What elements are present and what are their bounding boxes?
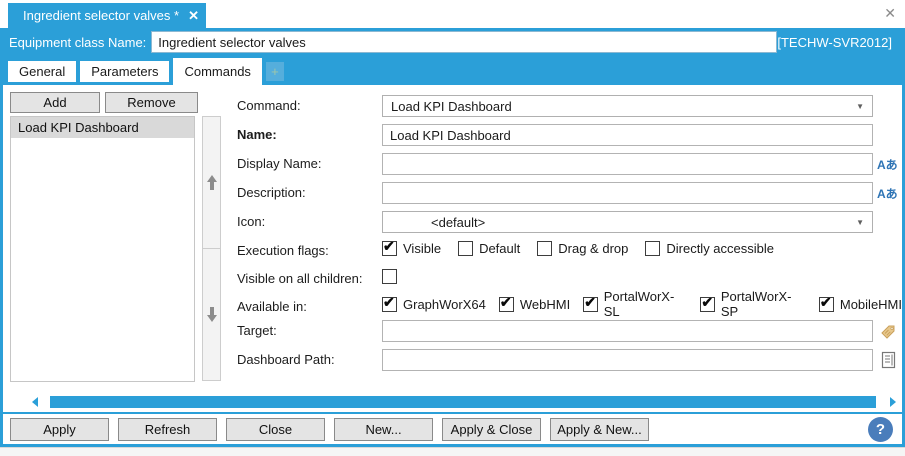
apply-button[interactable]: Apply [10, 417, 109, 441]
scroll-right-icon[interactable] [890, 397, 896, 407]
name-input[interactable] [382, 124, 873, 146]
scrollbar-thumb[interactable] [50, 396, 876, 408]
commands-panel: Add Remove Load KPI Dashboard Command: L… [3, 85, 902, 390]
equipment-class-name-input[interactable] [151, 31, 778, 53]
checkbox-label: GraphWorX64 [403, 296, 486, 312]
available-in-group: GraphWorX64 WebHMI PortalWorX-SL PortalW… [382, 289, 902, 319]
dashboard-browse-icon[interactable] [878, 349, 898, 371]
dashboard-path-input[interactable] [382, 349, 873, 371]
tab-general[interactable]: General [8, 61, 77, 82]
document-tab-bar: Ingredient selector valves * ✕ ✕ [0, 0, 905, 28]
execution-flags-label: Execution flags: [237, 243, 329, 258]
equipment-class-name-label: Equipment class Name: [9, 34, 147, 50]
checkbox-default[interactable]: Default [458, 240, 521, 256]
target-label: Target: [237, 323, 277, 338]
document-tab-close-icon[interactable]: ✕ [188, 8, 199, 24]
checkbox-label: Default [479, 240, 521, 256]
checkbox-portalworx-sp[interactable]: PortalWorX-SP [700, 289, 806, 319]
checkbox-icon [382, 238, 397, 256]
execution-flags-group: Visible Default Drag & drop Directly acc… [382, 238, 774, 258]
up-arrow-icon [206, 175, 217, 190]
checkbox-icon [498, 294, 514, 312]
remove-command-button[interactable]: Remove [105, 92, 198, 113]
checkbox-graphworx64[interactable]: GraphWorX64 [382, 294, 486, 312]
dashboard-path-label: Dashboard Path: [237, 352, 335, 367]
localize-icon[interactable]: Aあ [877, 156, 901, 173]
checkbox-label: Visible [403, 240, 442, 256]
checkbox-directly-accessible[interactable]: Directly accessible [645, 240, 775, 256]
tab-parameters[interactable]: Parameters [80, 61, 170, 82]
reorder-controls [202, 116, 221, 382]
list-item[interactable]: Load KPI Dashboard [11, 117, 194, 138]
localize-icon[interactable]: Aあ [877, 185, 901, 202]
add-command-button[interactable]: Add [10, 92, 100, 113]
checkbox-mobilehmi[interactable]: MobileHMI [818, 294, 902, 312]
down-arrow-icon [206, 307, 217, 322]
icon-label: Icon: [237, 214, 266, 229]
tag-icon [880, 325, 894, 339]
apply-and-close-button[interactable]: Apply & Close [442, 417, 541, 441]
footer-toolbar: Apply Refresh Close New... Apply & Close… [3, 412, 902, 444]
chevron-down-icon: ▼ [856, 101, 864, 111]
tab-commands[interactable]: Commands [173, 58, 262, 85]
checkbox-icon [583, 294, 598, 312]
checkbox-label: Directly accessible [666, 240, 775, 256]
checkbox-visible[interactable]: Visible [382, 238, 442, 256]
window-bottom-margin [0, 447, 905, 456]
checkbox-icon [700, 294, 715, 312]
command-value: Load KPI Dashboard [391, 98, 512, 114]
command-list[interactable]: Load KPI Dashboard [10, 116, 195, 382]
target-input[interactable] [382, 320, 873, 342]
checkbox-label: MobileHMI [839, 296, 902, 312]
display-name-input[interactable] [382, 153, 873, 175]
checkbox-label: PortalWorX-SL [603, 289, 675, 319]
help-icon[interactable]: ? [868, 416, 893, 442]
display-name-label: Display Name: [237, 156, 322, 171]
checkbox-webhmi[interactable]: WebHMI [498, 294, 571, 312]
tab-strip: General Parameters Commands + [3, 56, 902, 85]
document-list-icon [881, 351, 895, 369]
equipment-class-editor: Equipment class Name: [TECHW-SVR2012] Ge… [0, 28, 905, 447]
checkbox-label: Drag & drop [558, 240, 629, 256]
move-up-button[interactable] [202, 116, 221, 249]
checkbox-label: WebHMI [519, 296, 571, 312]
checkbox-icon [818, 294, 834, 312]
tag-browse-icon[interactable] [878, 320, 898, 342]
workbench-window: Ingredient selector valves * ✕ ✕ Equipme… [0, 0, 905, 456]
checkbox-drag-drop[interactable]: Drag & drop [537, 240, 629, 256]
checkbox-visible-all-children[interactable] [382, 268, 397, 284]
checkbox-icon [382, 268, 397, 284]
add-tab-button[interactable]: + [265, 62, 284, 81]
description-label: Description: [237, 185, 306, 200]
chevron-down-icon: ▼ [856, 217, 864, 227]
move-down-button[interactable] [202, 248, 221, 381]
apply-and-new-button[interactable]: Apply & New... [550, 417, 649, 441]
server-badge: [TECHW-SVR2012] [777, 34, 892, 50]
checkbox-icon [645, 240, 661, 256]
command-label: Command: [237, 98, 301, 113]
name-label: Name: [237, 127, 277, 142]
refresh-button[interactable]: Refresh [118, 417, 217, 441]
description-input[interactable] [382, 182, 873, 204]
icon-value: <default> [431, 214, 486, 230]
checkbox-label: PortalWorX-SP [720, 289, 792, 319]
scroll-left-icon[interactable] [32, 397, 38, 407]
new-button[interactable]: New... [334, 417, 433, 441]
checkbox-portalworx-sl[interactable]: PortalWorX-SL [583, 289, 687, 319]
window-close-icon[interactable]: ✕ [884, 5, 896, 22]
available-in-label: Available in: [237, 299, 307, 314]
checkbox-icon [382, 294, 397, 312]
visible-all-children-group [382, 266, 397, 286]
icon-select[interactable]: <default> ▼ [382, 211, 873, 233]
visible-all-children-label: Visible on all children: [237, 271, 363, 286]
document-tab[interactable]: Ingredient selector valves * ✕ [8, 3, 206, 28]
horizontal-scrollbar[interactable] [26, 395, 898, 409]
command-select[interactable]: Load KPI Dashboard ▼ [382, 95, 873, 117]
checkbox-icon [458, 240, 474, 256]
close-button[interactable]: Close [226, 417, 325, 441]
checkbox-icon [537, 240, 553, 256]
document-tab-title: Ingredient selector valves * [23, 8, 180, 23]
equipment-name-bar: Equipment class Name: [TECHW-SVR2012] [3, 28, 902, 56]
